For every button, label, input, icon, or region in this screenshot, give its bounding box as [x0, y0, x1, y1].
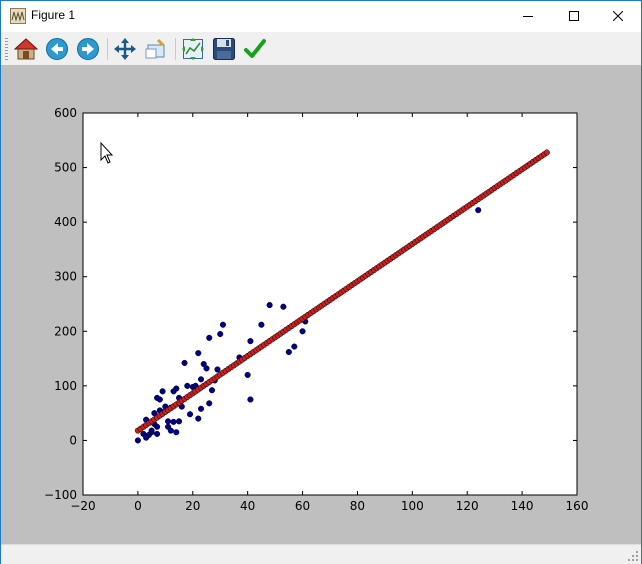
x-tick-label: 0 — [134, 499, 142, 513]
observed-data-point — [197, 376, 205, 383]
observed-data-point — [219, 321, 227, 328]
observed-data-point — [206, 334, 213, 341]
observed-data-point — [285, 348, 292, 356]
toolbar-separator — [107, 38, 108, 60]
figure-window: Figure 1 −20 0 20 40 60 80 100 120 140 1… — [0, 0, 642, 564]
floppy-disk-icon — [213, 38, 235, 60]
x-tick-label: 160 — [566, 499, 589, 513]
observed-data-point — [244, 371, 251, 378]
edit-axis-button[interactable] — [242, 36, 268, 62]
observed-data-point — [266, 302, 273, 309]
save-button[interactable] — [211, 36, 237, 62]
figure-canvas[interactable]: −20 0 20 40 60 80 100 120 140 160 −100 0 100 200 300 40… — [1, 65, 641, 544]
y-tick-label: 500 — [54, 161, 77, 175]
observed-data-point — [299, 328, 306, 335]
forward-arrow-icon — [77, 38, 99, 60]
observed-data-point — [165, 418, 172, 425]
forward-button[interactable] — [75, 36, 101, 62]
axes-frame[interactable] — [82, 112, 578, 496]
x-tick-label: 100 — [401, 499, 424, 513]
figure-app-icon — [10, 8, 26, 24]
observed-data-point — [181, 359, 188, 366]
close-button[interactable] — [595, 1, 641, 31]
minimize-icon — [523, 16, 533, 17]
observed-data-point — [247, 396, 254, 403]
maximize-button[interactable] — [551, 1, 597, 31]
observed-data-point — [156, 396, 163, 403]
y-tick-label: 0 — [69, 433, 77, 447]
close-icon — [613, 11, 623, 21]
back-arrow-icon — [46, 38, 68, 60]
toolbar-separator — [175, 38, 176, 60]
y-tick-label: 400 — [54, 215, 77, 229]
y-tick-label: 600 — [54, 106, 77, 120]
x-tick-label: 20 — [185, 499, 200, 513]
observed-data-point — [203, 365, 210, 372]
observed-data-point — [173, 429, 180, 436]
configure-subplots-button[interactable] — [180, 36, 206, 62]
observed-data-point — [159, 388, 166, 395]
observed-data-point — [206, 400, 213, 407]
fitted-data-point — [543, 149, 550, 156]
minimize-button[interactable] — [505, 1, 551, 31]
observed-data-point — [173, 385, 180, 392]
subplots-icon — [182, 38, 204, 60]
observed-data-point — [195, 350, 202, 357]
status-bar — [1, 544, 641, 564]
observed-data-point — [154, 423, 161, 430]
checkmark-icon — [244, 39, 266, 58]
observed-data-point — [197, 405, 205, 412]
observed-data-point — [208, 387, 216, 394]
x-tick-label: 80 — [350, 499, 365, 513]
scatter-plot[interactable]: −20 0 20 40 60 80 100 120 140 160−100010020030040… — [1, 65, 641, 544]
observed-data-point — [170, 418, 177, 425]
observed-data-point — [167, 427, 174, 434]
observed-data-point — [280, 303, 287, 310]
observed-data-point — [195, 415, 202, 422]
x-tick-label: 40 — [240, 499, 255, 513]
observed-data-point — [258, 321, 265, 328]
x-tick-label: 60 — [295, 499, 310, 513]
observed-data-point — [291, 343, 298, 350]
y-tick-label: 100 — [54, 379, 77, 393]
x-tick-label: 140 — [511, 499, 534, 513]
zoom-button[interactable] — [143, 36, 169, 62]
title-bar[interactable]: Figure 1 — [1, 1, 641, 31]
maximize-icon — [569, 11, 579, 21]
observed-data-point — [154, 430, 161, 437]
pan-move-icon — [114, 38, 136, 60]
observed-data-point — [217, 330, 224, 338]
back-button[interactable] — [44, 36, 70, 62]
resize-grip-icon[interactable] — [627, 550, 639, 562]
observed-data-point — [475, 207, 482, 214]
observed-data-point — [176, 418, 183, 425]
observed-data-point — [148, 427, 155, 434]
observed-data-point — [247, 338, 254, 345]
y-tick-label: −100 — [44, 488, 77, 502]
toolbar-grip[interactable] — [5, 38, 8, 60]
zoom-rect-icon — [145, 38, 165, 59]
home-button[interactable] — [13, 36, 39, 62]
home-icon — [14, 38, 38, 60]
navigation-toolbar — [1, 32, 641, 65]
pan-button[interactable] — [112, 36, 138, 62]
y-tick-label: 200 — [54, 324, 77, 338]
observed-data-point — [186, 411, 194, 418]
observed-data-point — [214, 366, 221, 373]
observed-data-point — [134, 437, 141, 444]
window-title: Figure 1 — [31, 8, 76, 22]
y-tick-label: 300 — [54, 270, 77, 284]
observed-data-point — [184, 382, 191, 389]
x-tick-label: 120 — [456, 499, 479, 513]
